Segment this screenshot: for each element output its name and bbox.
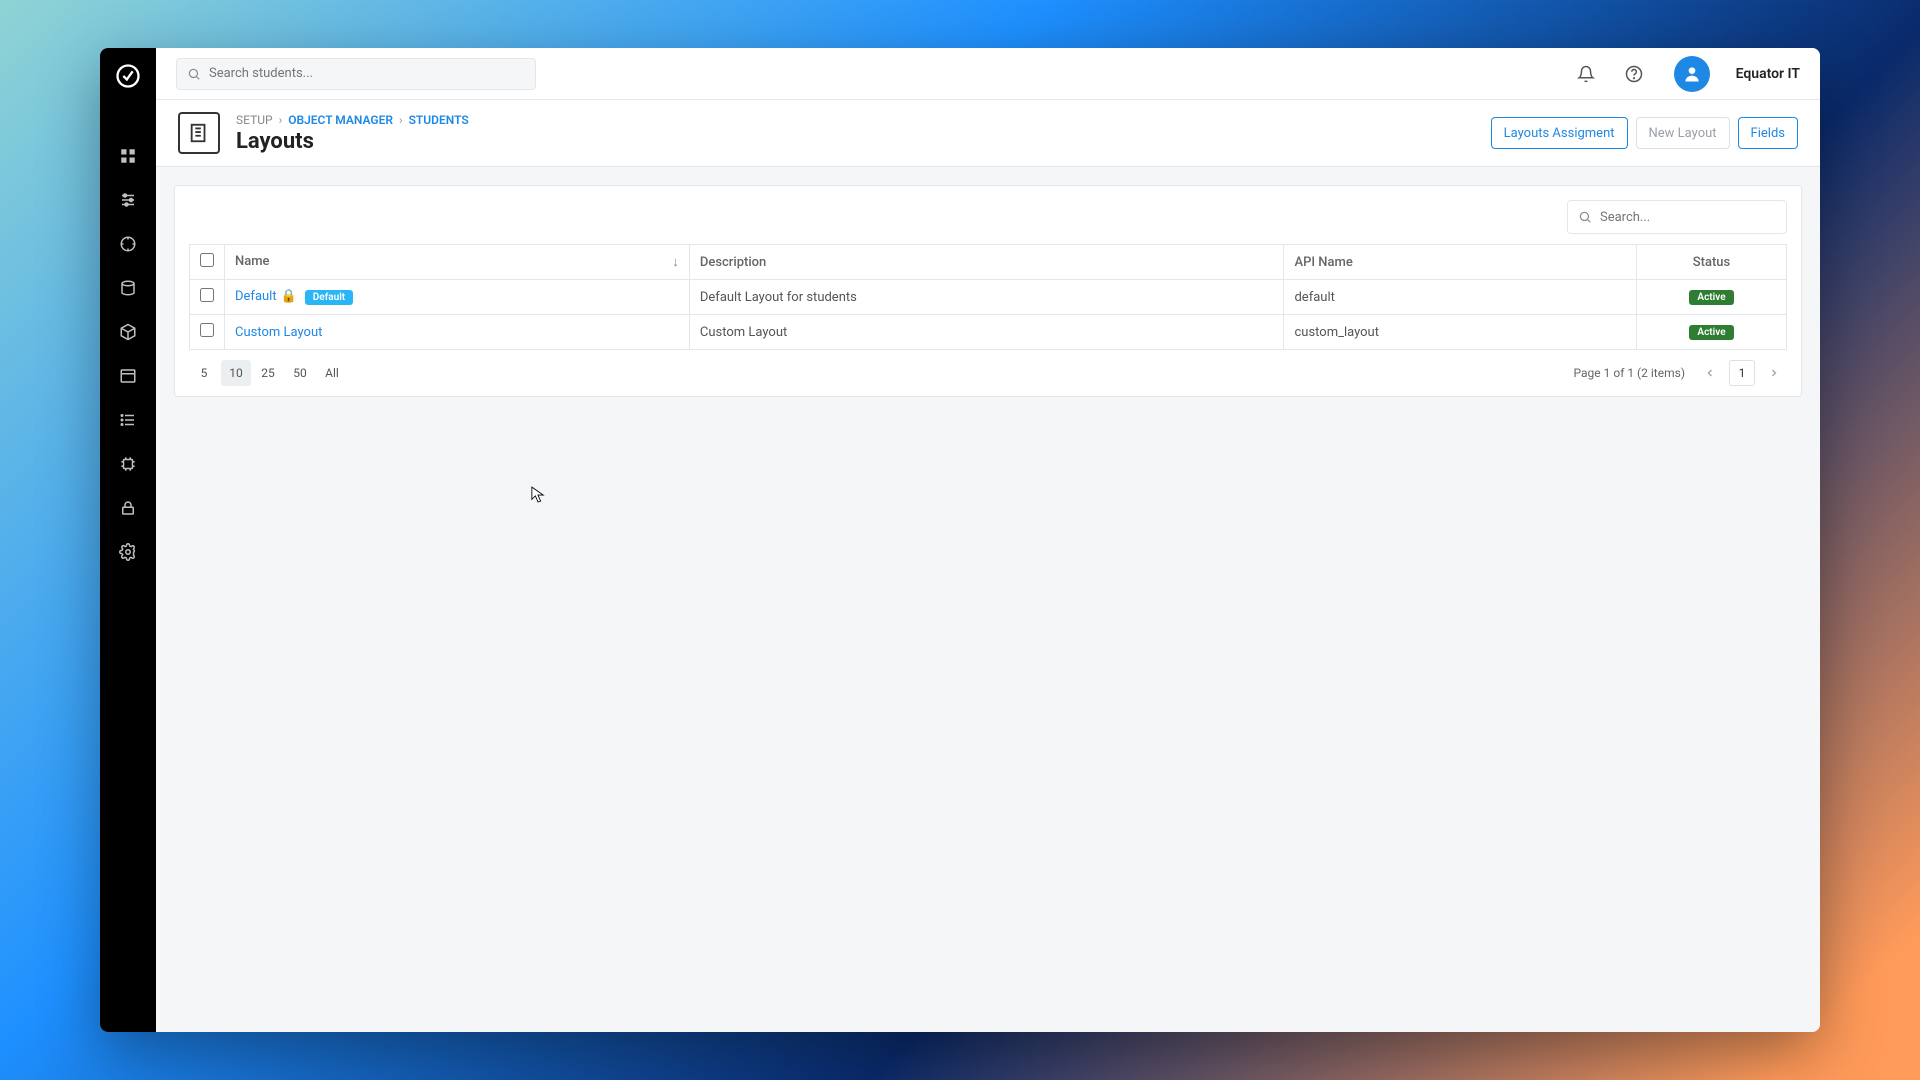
- chevron-right-icon: ›: [279, 113, 283, 127]
- default-badge: Default: [305, 290, 353, 305]
- row-select: [190, 315, 225, 350]
- lock-icon: 🔒: [281, 289, 297, 304]
- table-search-input[interactable]: [1600, 210, 1776, 225]
- next-page-button[interactable]: [1761, 360, 1787, 386]
- global-search-input[interactable]: [209, 66, 525, 81]
- user-icon: [1682, 64, 1702, 84]
- global-search[interactable]: [176, 58, 536, 90]
- select-all-checkbox[interactable]: [200, 253, 214, 267]
- new-layout-button[interactable]: New Layout: [1636, 117, 1730, 149]
- cell-status: Active: [1637, 315, 1787, 350]
- row-select: [190, 280, 225, 315]
- page-title: Layouts: [236, 129, 469, 154]
- page-actions: Layouts Assigment New Layout Fields: [1491, 117, 1798, 149]
- page-size-5[interactable]: 5: [189, 360, 219, 386]
- search-icon: [1578, 210, 1592, 224]
- help-button[interactable]: [1618, 58, 1650, 90]
- nav-dashboard[interactable]: [100, 134, 156, 178]
- pager: 1: [1697, 360, 1787, 386]
- nav-list: [100, 134, 156, 574]
- nav-security[interactable]: [100, 486, 156, 530]
- page-number[interactable]: 1: [1729, 360, 1755, 386]
- page-info: Page 1 of 1 (2 items): [1574, 366, 1685, 380]
- nav-layouts[interactable]: [100, 354, 156, 398]
- search-icon: [187, 67, 201, 81]
- col-name[interactable]: Name ↓: [225, 245, 690, 280]
- row-checkbox[interactable]: [200, 323, 214, 337]
- status-badge: Active: [1689, 325, 1733, 340]
- layouts-table: Name ↓ Description API Name Status Defaul…: [189, 244, 1787, 350]
- username-label[interactable]: Equator IT: [1736, 66, 1800, 82]
- content: Name ↓ Description API Name Status Defaul…: [156, 167, 1820, 1032]
- breadcrumb-root: SETUP: [236, 113, 273, 127]
- nav-chip[interactable]: [100, 442, 156, 486]
- cell-api-name: default: [1284, 280, 1637, 315]
- table-row[interactable]: Custom LayoutCustom Layoutcustom_layoutA…: [190, 315, 1787, 350]
- bell-icon: [1577, 65, 1595, 83]
- breadcrumb-object-manager[interactable]: OBJECT MANAGER: [288, 113, 393, 127]
- cell-name: Custom Layout: [225, 315, 690, 350]
- row-checkbox[interactable]: [200, 288, 214, 302]
- chevron-right-icon: [1768, 367, 1780, 379]
- nav-package[interactable]: [100, 310, 156, 354]
- nav-settings[interactable]: [100, 530, 156, 574]
- app-logo[interactable]: [100, 48, 156, 104]
- col-status[interactable]: Status: [1637, 245, 1787, 280]
- table-footer: 5102550All Page 1 of 1 (2 items) 1: [175, 350, 1801, 392]
- nav-list-icon[interactable]: [100, 398, 156, 442]
- page-size-50[interactable]: 50: [285, 360, 315, 386]
- page-header: SETUP › OBJECT MANAGER › STUDENTS Layout…: [156, 100, 1820, 167]
- topbar: Equator IT: [156, 48, 1820, 100]
- layouts-icon: [188, 122, 210, 144]
- page-size-25[interactable]: 25: [253, 360, 283, 386]
- chevron-right-icon: ›: [399, 113, 403, 127]
- page-icon: [178, 112, 220, 154]
- prev-page-button[interactable]: [1697, 360, 1723, 386]
- help-icon: [1625, 65, 1643, 83]
- col-name-label: Name: [235, 254, 270, 269]
- table-card: Name ↓ Description API Name Status Defaul…: [174, 185, 1802, 397]
- user-avatar[interactable]: [1674, 56, 1710, 92]
- nav-storage[interactable]: [100, 266, 156, 310]
- cell-description: Default Layout for students: [689, 280, 1284, 315]
- sort-arrow-icon: ↓: [672, 254, 679, 270]
- cell-description: Custom Layout: [689, 315, 1284, 350]
- col-select-all: [190, 245, 225, 280]
- nav-api[interactable]: [100, 222, 156, 266]
- chevron-left-icon: [1704, 367, 1716, 379]
- page-size-All[interactable]: All: [317, 360, 347, 386]
- layout-link[interactable]: Custom Layout: [235, 325, 322, 340]
- layout-link[interactable]: Default: [235, 289, 277, 304]
- main-area: Equator IT SETUP › OBJECT MANAGER › STUD…: [156, 48, 1820, 1032]
- table-toolbar: [175, 186, 1801, 244]
- breadcrumb: SETUP › OBJECT MANAGER › STUDENTS: [236, 113, 469, 127]
- status-badge: Active: [1689, 290, 1733, 305]
- sidebar: [100, 48, 156, 1032]
- cell-name: Default 🔒 Default: [225, 280, 690, 315]
- cell-api-name: custom_layout: [1284, 315, 1637, 350]
- page-size-10[interactable]: 10: [221, 360, 251, 386]
- breadcrumb-students[interactable]: STUDENTS: [409, 113, 469, 127]
- page-size-list: 5102550All: [189, 360, 347, 386]
- app-window: Equator IT SETUP › OBJECT MANAGER › STUD…: [100, 48, 1820, 1032]
- nav-sliders[interactable]: [100, 178, 156, 222]
- col-api-name[interactable]: API Name: [1284, 245, 1637, 280]
- col-description[interactable]: Description: [689, 245, 1284, 280]
- table-search[interactable]: [1567, 200, 1787, 234]
- page-head-text: SETUP › OBJECT MANAGER › STUDENTS Layout…: [236, 113, 469, 154]
- table-row[interactable]: Default 🔒 Default Default Layout for studen…: [190, 280, 1787, 315]
- layouts-assignment-button[interactable]: Layouts Assigment: [1491, 117, 1628, 149]
- notifications-button[interactable]: [1570, 58, 1602, 90]
- fields-button[interactable]: Fields: [1738, 117, 1798, 149]
- cell-status: Active: [1637, 280, 1787, 315]
